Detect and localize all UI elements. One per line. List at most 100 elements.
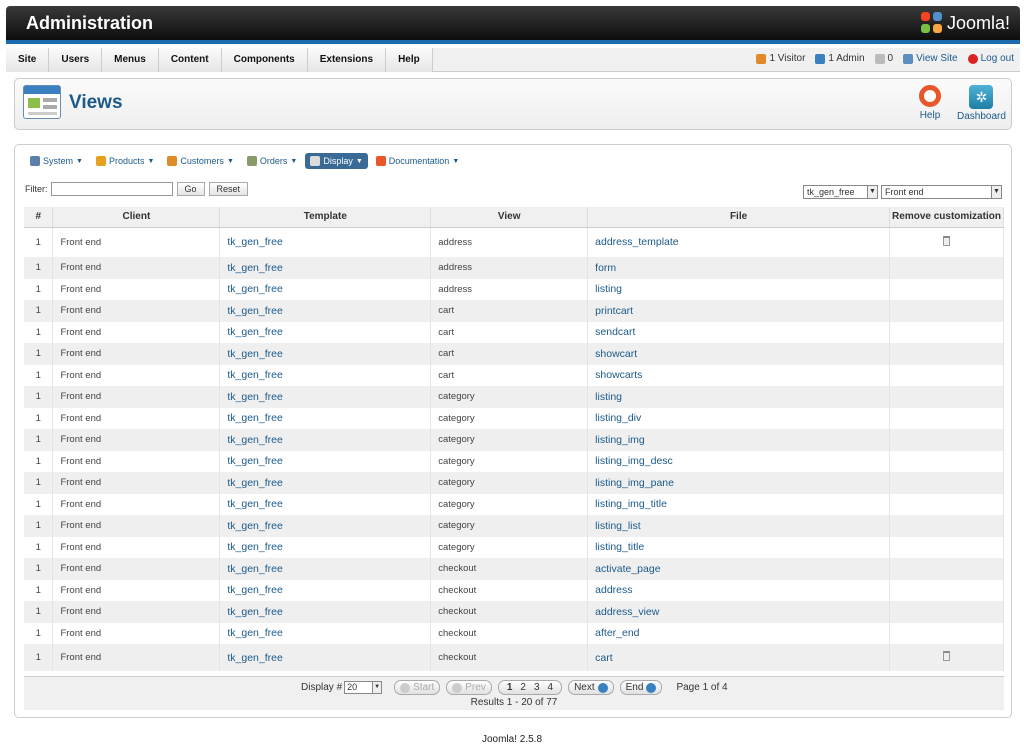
row-view: category (430, 493, 589, 515)
row-file-link[interactable]: cart (587, 644, 890, 671)
start-button[interactable]: Start (394, 680, 441, 695)
table-row: 1 Front end tk_gen_free category listing (24, 386, 1004, 408)
col-client[interactable]: Client (52, 207, 221, 228)
row-template-link[interactable]: tk_gen_free (219, 450, 432, 472)
table-row: 1 Front end tk_gen_free cart showcarts (24, 364, 1004, 386)
row-file-link[interactable]: listing_img_desc (587, 450, 890, 472)
row-template-link[interactable]: tk_gen_free (219, 622, 432, 644)
row-file-link[interactable]: form (587, 257, 890, 279)
display-label: Display # (301, 682, 343, 693)
row-template-link[interactable]: tk_gen_free (219, 386, 432, 408)
dashboard-icon: ✲ (969, 85, 994, 109)
row-template-link[interactable]: tk_gen_free (219, 558, 432, 580)
dashboard-button[interactable]: ✲ Dashboard (957, 85, 1006, 122)
row-template-link[interactable]: tk_gen_free (219, 321, 432, 343)
page-link-3[interactable]: 3 (530, 681, 544, 694)
row-file-link[interactable]: listing_list (587, 515, 890, 537)
row-file-link[interactable]: listing_div (587, 407, 890, 429)
row-file-link[interactable]: listing_img_pane (587, 472, 890, 494)
row-template-link[interactable]: tk_gen_free (219, 493, 432, 515)
row-file-link[interactable]: listing_img (587, 429, 890, 451)
row-template-link[interactable]: tk_gen_free (219, 472, 432, 494)
row-file-link[interactable]: address (587, 579, 890, 601)
trash-icon[interactable] (943, 651, 950, 661)
help-button[interactable]: Help (919, 85, 941, 121)
row-template-link[interactable]: tk_gen_free (219, 300, 432, 322)
table-row: 1 Front end tk_gen_free address listing (24, 278, 1004, 300)
col-remove[interactable]: Remove customization (889, 207, 1004, 228)
row-num: 1 (24, 257, 54, 279)
row-file-link[interactable]: showcart (587, 343, 890, 365)
col-num[interactable]: # (24, 207, 54, 228)
submenu-display[interactable]: Display ▼ (305, 153, 368, 169)
reset-button[interactable]: Reset (208, 182, 249, 196)
row-template-link[interactable]: tk_gen_free (219, 227, 432, 257)
submenu-customers[interactable]: Customers ▼ (162, 153, 238, 169)
row-template-link[interactable]: tk_gen_free (219, 278, 432, 300)
row-file-link[interactable]: printcart (587, 300, 890, 322)
row-template-link[interactable]: tk_gen_free (219, 536, 432, 558)
table-row: 1 Front end tk_gen_free category listing_img… (24, 472, 1004, 494)
row-remove-cell (889, 227, 1004, 257)
row-template-link[interactable]: tk_gen_free (219, 407, 432, 429)
chevron-down-icon: ▼ (290, 157, 298, 165)
row-file-link[interactable]: address_view (587, 601, 890, 623)
page-link-1[interactable]: 1 (503, 681, 517, 694)
next-button[interactable]: Next (568, 680, 614, 695)
display-count-select[interactable]: 20 ▼ (344, 681, 383, 694)
row-file-link[interactable]: sendcart (587, 321, 890, 343)
row-file-link[interactable]: activate_page (587, 558, 890, 580)
menu-site[interactable]: Site (6, 48, 50, 72)
table-row: 1 Front end tk_gen_free checkout address (24, 579, 1004, 601)
row-template-link[interactable]: tk_gen_free (219, 257, 432, 279)
results-count: Results 1 - 20 of 77 (470, 697, 558, 708)
row-file-link[interactable]: after_end (587, 622, 890, 644)
row-client: Front end (52, 407, 221, 429)
row-template-link[interactable]: tk_gen_free (219, 515, 432, 537)
col-file[interactable]: File (587, 207, 890, 228)
row-template-link[interactable]: tk_gen_free (219, 644, 432, 671)
row-file-link[interactable]: listing_title (587, 536, 890, 558)
row-template-link[interactable]: tk_gen_free (219, 343, 432, 365)
prev-button[interactable]: Prev (446, 680, 492, 695)
submenu-system[interactable]: System ▼ (25, 153, 88, 169)
row-template-link[interactable]: tk_gen_free (219, 579, 432, 601)
go-button[interactable]: Go (176, 182, 205, 196)
row-file-link[interactable]: listing (587, 278, 890, 300)
view-site-link[interactable]: View Site (903, 48, 958, 70)
client-select[interactable]: Front end ▼ (881, 185, 1002, 199)
menu-content[interactable]: Content (158, 48, 222, 72)
row-template-link[interactable]: tk_gen_free (219, 601, 432, 623)
col-view[interactable]: View (430, 207, 589, 228)
end-arrow-icon (646, 682, 657, 693)
row-num: 1 (24, 601, 54, 623)
row-num: 1 (24, 364, 54, 386)
submenu-documentation[interactable]: Documentation ▼ (371, 153, 464, 169)
row-file-link[interactable]: listing_img_title (587, 493, 890, 515)
joomla-logo: Joomla! (920, 12, 1010, 34)
submenu-products[interactable]: Products ▼ (91, 153, 159, 169)
end-button[interactable]: End (619, 680, 663, 695)
menu-menus[interactable]: Menus (102, 48, 159, 72)
menu-extensions[interactable]: Extensions (307, 48, 387, 72)
row-file-link[interactable]: showcarts (587, 364, 890, 386)
template-select[interactable]: tk_gen_free ▼ (803, 185, 878, 199)
row-file-link[interactable]: address_template (587, 227, 890, 257)
row-template-link[interactable]: tk_gen_free (219, 429, 432, 451)
submenu-orders[interactable]: Orders ▼ (242, 153, 302, 169)
menu-users[interactable]: Users (49, 48, 103, 72)
page-link-4[interactable]: 4 (544, 681, 558, 694)
row-file-link[interactable]: listing (587, 386, 890, 408)
row-view: address (430, 257, 589, 279)
row-template-link[interactable]: tk_gen_free (219, 364, 432, 386)
page-link-2[interactable]: 2 (516, 681, 530, 694)
filter-input[interactable] (50, 182, 173, 196)
chevron-down-icon: ▼ (76, 157, 83, 165)
messages-status[interactable]: 0 (874, 48, 893, 70)
col-template[interactable]: Template (219, 207, 432, 228)
row-num: 1 (24, 450, 54, 472)
logout-link[interactable]: Log out (967, 48, 1014, 70)
menu-help[interactable]: Help (386, 48, 433, 72)
menu-components[interactable]: Components (221, 48, 308, 72)
trash-icon[interactable] (943, 235, 950, 246)
